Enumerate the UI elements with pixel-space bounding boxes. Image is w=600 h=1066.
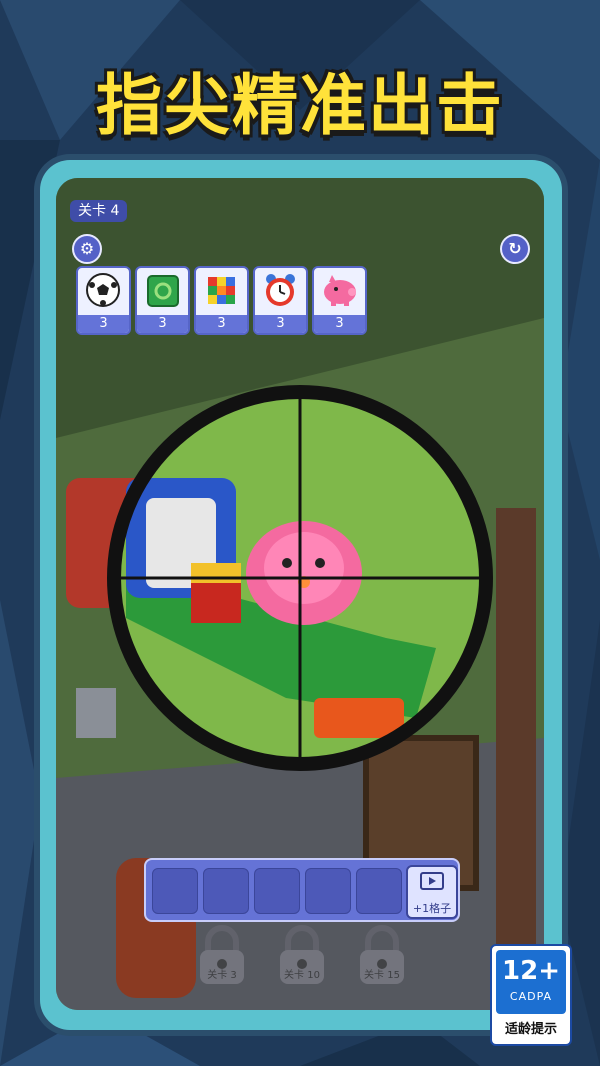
- age-rating-badge: 12+ CADPA 适龄提示: [490, 944, 572, 1046]
- locked-level: 关卡 10: [270, 924, 334, 988]
- gear-icon: ⚙: [79, 239, 95, 258]
- target-alarm-clock: 3: [253, 266, 308, 335]
- target-count: 3: [137, 315, 188, 333]
- piggy-bank-icon: [324, 275, 356, 306]
- green-cube-icon: [147, 275, 179, 307]
- rubiks-cube-icon: [208, 277, 235, 304]
- target-count: 3: [255, 315, 306, 333]
- promo-headline: 指尖精准出击: [96, 67, 504, 144]
- empty-slot: [152, 868, 198, 914]
- empty-slot: [203, 868, 249, 914]
- age-rating-org: CADPA: [509, 990, 553, 1003]
- settings-button[interactable]: ⚙: [72, 234, 102, 264]
- level-badge: 关卡 4: [70, 200, 128, 222]
- refresh-icon: ↻: [508, 239, 522, 258]
- empty-slot: [305, 868, 351, 914]
- target-count: 3: [314, 315, 365, 333]
- soccer-ball-icon: [86, 273, 120, 307]
- target-count: 3: [196, 315, 247, 333]
- locked-level-label: 关卡 15: [364, 970, 400, 981]
- target-list: 3 3 3 3 3: [76, 266, 367, 335]
- level-label: 关卡: [78, 203, 106, 219]
- locked-level: 关卡 3: [190, 924, 254, 988]
- empty-slot: [356, 868, 402, 914]
- target-rubiks-cube: 3: [194, 266, 249, 335]
- level-number: 4: [110, 203, 120, 219]
- age-rating-tip: 适龄提示: [504, 1022, 557, 1037]
- game-screen[interactable]: 关卡 4 ⚙ ↻ 3 3 3 3 3 +1格子 关卡 3 关卡 10 关卡 15: [56, 178, 544, 1010]
- empty-slot: [254, 868, 300, 914]
- age-rating-panel: 12+ CADPA: [496, 950, 566, 1014]
- collection-slots: +1格子: [144, 858, 460, 922]
- alarm-clock-icon: [266, 274, 295, 306]
- add-slot-label: +1格子: [412, 902, 452, 915]
- target-soccer-ball: 3: [76, 266, 131, 335]
- target-count: 3: [78, 315, 129, 333]
- target-piggy-bank: 3: [312, 266, 367, 335]
- locked-level-label: 关卡 10: [284, 970, 320, 981]
- locked-level-label: 关卡 3: [207, 970, 237, 981]
- age-rating-value: 12+: [502, 956, 560, 986]
- video-icon: [420, 872, 444, 890]
- target-green-cube: 3: [135, 266, 190, 335]
- restart-button[interactable]: ↻: [500, 234, 530, 264]
- locked-level: 关卡 15: [350, 924, 414, 988]
- add-slot-button[interactable]: +1格子: [406, 865, 458, 919]
